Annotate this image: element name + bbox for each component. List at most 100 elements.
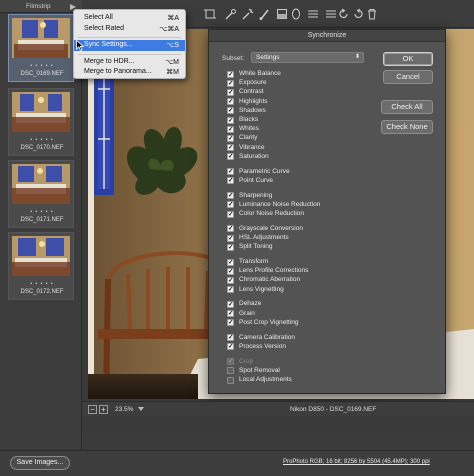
checkbox-transform[interactable]: ✓ [227,258,234,266]
red-eye-icon[interactable] [242,8,254,20]
filmstrip-thumb-0169[interactable]: • • • • • DSC_0169.NEF [8,14,74,82]
status-bar: − + 23.5% Nikon D850 - DSC_0169.NEF [82,401,474,416]
zoom-in-button[interactable]: + [99,405,108,414]
thumbnail-image [12,92,70,132]
graduated-filter-icon[interactable] [276,8,288,20]
transform-icon[interactable] [204,8,216,20]
menu-item-label: Sync Settings... [84,41,133,48]
checkbox-process-version[interactable]: ✓ [227,343,234,351]
checkbox-grain[interactable]: ✓ [227,310,234,318]
check-all-button[interactable]: Check All [381,100,433,114]
adjustment-brush-icon[interactable] [259,8,271,20]
checkbox-vibrance[interactable]: ✓ [227,144,234,152]
checkbox-white-balance[interactable]: ✓ [227,70,234,78]
checkbox-label: Local Adjustments [239,376,292,383]
checkbox-dehaze[interactable]: ✓ [227,300,234,308]
camera-file-info: Nikon D850 - DSC_0169.NEF [290,406,377,413]
filmstrip-thumb-0171[interactable]: • • • • • DSC_0171.NEF [8,160,74,228]
filmstrip-thumb-0170[interactable]: • • • • • DSC_0170.NEF [8,88,74,156]
checkbox-split-toning[interactable]: ✓ [227,243,234,251]
checkbox-blacks[interactable]: ✓ [227,116,234,124]
menu-item-shortcut: ⌘M [166,69,179,76]
checkbox-label: Contrast [239,88,264,96]
workflow-options-link[interactable]: ProPhoto RGB; 16 bit; 8256 by 5504 (45.4… [283,459,430,465]
checkbox-color-noise-reduction[interactable]: ✓ [227,210,234,218]
cancel-button[interactable]: Cancel [383,70,433,84]
checkbox-camera-calibration[interactable]: ✓ [227,334,234,342]
mouse-cursor-icon [76,40,84,51]
subset-select[interactable]: Settings ⬍ [251,52,364,63]
checkbox-grayscale-conversion[interactable]: ✓ [227,225,234,233]
menu-separator [78,37,181,38]
trash-icon[interactable] [366,8,378,20]
menu-item-sync-settings[interactable]: Sync Settings... ⌥S [74,40,185,51]
dropdown-arrow-icon: ⬍ [354,54,360,60]
checkbox-label: Split Toning [239,243,273,251]
zoom-level[interactable]: 23.5% [115,406,133,413]
checkbox-saturation[interactable]: ✓ [227,153,234,161]
checkbox-label: Parametric Curve [239,167,290,175]
checkbox-hsl-adjustments[interactable]: ✓ [227,234,234,242]
rating-dots: • • • • • [30,281,54,287]
zoom-out-button[interactable]: − [88,405,97,414]
preferences-icon[interactable] [308,8,320,20]
checkbox-post-crop-vignetting[interactable]: ✓ [227,319,234,327]
filmstrip-thumb-0172[interactable]: • • • • • DSC_0172.NEF [8,232,74,300]
menu-item-shortcut: ⌘A [167,15,179,22]
save-images-button[interactable]: Save Images... [10,456,70,470]
checkbox-parametric-curve[interactable]: ✓ [227,168,234,176]
radial-filter-icon[interactable] [290,8,302,20]
checkbox-label: Saturation [239,152,269,160]
checkbox-spot-removal[interactable]: ✓ [227,367,234,375]
subset-label: Subset: [222,55,245,62]
thumb-filename: DSC_0169.NEF [20,71,64,77]
checkbox-exposure[interactable]: ✓ [227,79,234,87]
checkbox-highlights[interactable]: ✓ [227,98,234,106]
checkbox-label: Luminance Noise Reduction [239,200,321,208]
checkbox-label: Shadows [239,106,266,114]
checkbox-label: Post Crop Vignetting [239,318,299,326]
checkbox-label: White Balance [239,70,281,77]
checkbox-label: Process Version [239,342,286,350]
thumbnail-image [12,18,70,58]
check-none-button[interactable]: Check None [381,120,433,134]
checkbox-contrast[interactable]: ✓ [227,88,234,96]
checkbox-lens-profile-corrections[interactable]: ✓ [227,267,234,275]
checkbox-lens-vignetting[interactable]: ✓ [227,286,234,294]
checkbox-sharpening[interactable]: ✓ [227,192,234,200]
checkbox-luminance-noise-reduction[interactable]: ✓ [227,201,234,209]
rotate-right-icon[interactable] [352,8,364,20]
list-icon[interactable] [325,8,337,20]
checkbox-shadows[interactable]: ✓ [227,107,234,115]
menu-item-select-all[interactable]: Select All ⌘A [74,13,185,24]
filmstrip-context-menu: Select All ⌘A Select Rated ⌥⌘A Sync Sett… [73,9,186,79]
menu-separator [78,54,181,55]
thumb-filename: DSC_0170.NEF [20,145,64,151]
checkbox-label: HSL Adjustments [239,234,289,241]
rotate-left-icon[interactable] [338,8,350,20]
checkbox-label: Grain [239,309,255,317]
checkbox-label: Spot Removal [239,366,280,374]
filmstrip-header: Filmstrip [0,0,82,13]
checkbox-label: Color Noise Reduction [239,210,305,217]
checkbox-point-curve[interactable]: ✓ [227,177,234,185]
menu-item-label: Select All [84,14,113,21]
checkbox-local-adjustments[interactable]: ✓ [227,376,234,384]
menu-item-shortcut: ⌥⌘A [159,26,179,33]
thumb-filename: DSC_0171.NEF [20,217,64,223]
checkbox-label: Whites [239,125,259,133]
menu-item-merge-panorama[interactable]: Merge to Panorama... ⌘M [74,67,185,78]
chevron-down-icon[interactable] [138,407,144,412]
checkbox-label: Clarity [239,134,258,142]
spot-removal-icon[interactable] [225,8,237,20]
checkbox-chromatic-aberration[interactable]: ✓ [227,276,234,284]
checkbox-clarity[interactable]: ✓ [227,134,234,142]
menu-item-shortcut: ⌥S [166,42,179,49]
ok-button[interactable]: OK [383,52,433,66]
checkbox-label: Sharpening [239,191,273,199]
checkbox-label: Exposure [239,79,267,87]
checkbox-label: Crop [239,357,254,365]
bottom-bar: Save Images... ProPhoto RGB; 16 bit; 825… [0,450,474,476]
menu-item-select-rated[interactable]: Select Rated ⌥⌘A [74,24,185,35]
checkbox-whites[interactable]: ✓ [227,125,234,133]
